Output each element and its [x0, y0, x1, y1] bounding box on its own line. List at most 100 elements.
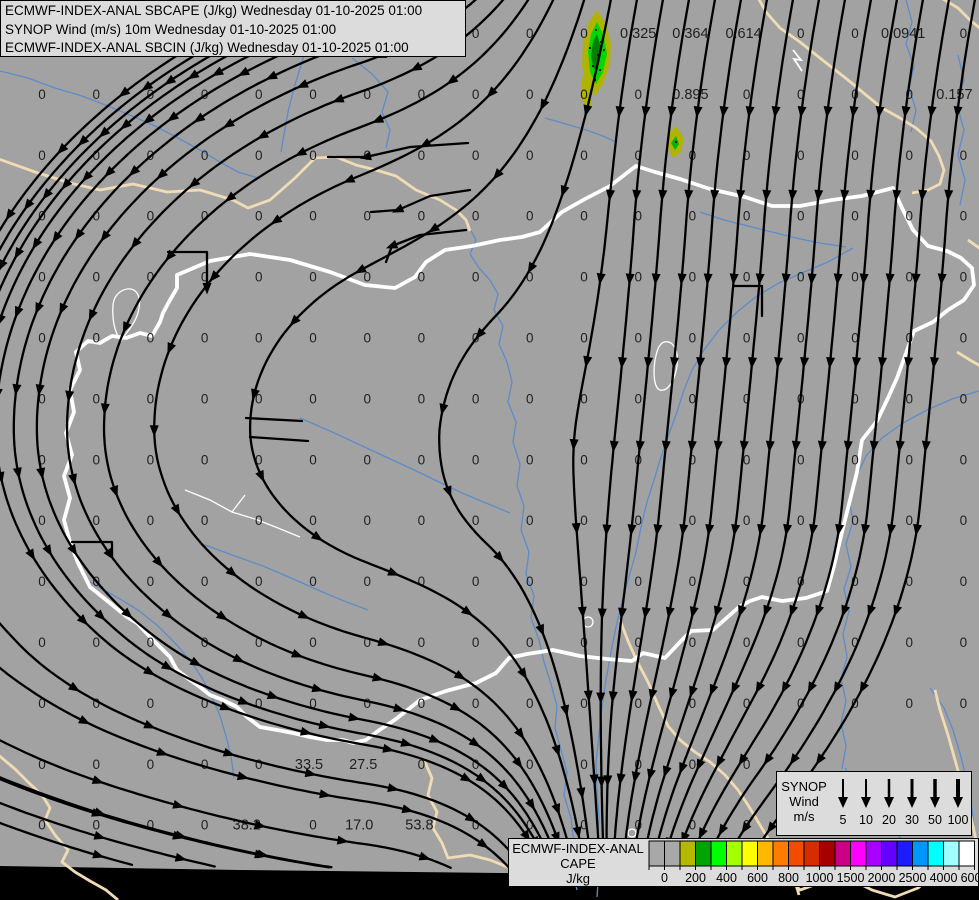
svg-text:0: 0 [92, 452, 100, 467]
svg-text:0: 0 [147, 635, 155, 650]
svg-text:0: 0 [38, 513, 46, 528]
svg-text:0: 0 [580, 757, 588, 772]
svg-text:0: 0 [92, 391, 100, 406]
svg-text:0: 0 [309, 87, 317, 102]
svg-text:0: 0 [580, 513, 588, 528]
wind-speed-arrows: 510203050100 [831, 772, 971, 835]
synop-legend-units: m/s [777, 809, 831, 824]
svg-text:800: 800 [778, 871, 799, 885]
svg-text:0: 0 [634, 270, 642, 285]
svg-text:0: 0 [851, 26, 859, 41]
svg-text:0: 0 [472, 148, 480, 163]
svg-text:0: 0 [418, 270, 426, 285]
svg-text:0: 0 [363, 331, 371, 346]
svg-text:0: 0 [526, 148, 534, 163]
svg-text:0: 0 [472, 513, 480, 528]
svg-text:0: 0 [472, 87, 480, 102]
svg-text:0: 0 [201, 452, 209, 467]
svg-text:0: 0 [851, 148, 859, 163]
svg-text:0: 0 [472, 635, 480, 650]
svg-text:0: 0 [960, 696, 968, 711]
svg-text:0: 0 [255, 574, 263, 589]
svg-text:0: 0 [418, 209, 426, 224]
svg-text:0: 0 [526, 513, 534, 528]
svg-text:0: 0 [526, 87, 534, 102]
svg-text:0: 0 [255, 87, 263, 102]
svg-text:0: 0 [38, 87, 46, 102]
svg-text:0: 0 [418, 391, 426, 406]
svg-text:0: 0 [960, 391, 968, 406]
svg-text:0: 0 [905, 696, 913, 711]
svg-text:0: 0 [580, 452, 588, 467]
svg-text:0: 0 [147, 513, 155, 528]
svg-text:0: 0 [201, 574, 209, 589]
svg-text:0: 0 [309, 148, 317, 163]
svg-text:0: 0 [92, 87, 100, 102]
svg-text:0: 0 [580, 209, 588, 224]
svg-text:0.614: 0.614 [725, 26, 761, 42]
svg-text:0: 0 [363, 209, 371, 224]
svg-text:0: 0 [147, 696, 155, 711]
title-line-sbcin: ECMWF-INDEX-ANAL SBCIN (J/kg) Wednesday … [5, 39, 465, 58]
svg-text:0: 0 [743, 209, 751, 224]
cape-color-bar: 0200400600800100015002000250040006000 [647, 839, 978, 886]
title-line-wind: SYNOP Wind (m/s) 10m Wednesday 01-10-202… [5, 21, 465, 40]
svg-text:0: 0 [905, 452, 913, 467]
svg-text:0: 0 [743, 513, 751, 528]
svg-text:0: 0 [255, 209, 263, 224]
svg-text:0: 0 [472, 452, 480, 467]
svg-text:0: 0 [743, 270, 751, 285]
svg-text:10: 10 [859, 813, 873, 827]
svg-text:0: 0 [363, 574, 371, 589]
svg-text:0: 0 [851, 270, 859, 285]
cape-legend-param: CAPE [509, 856, 647, 871]
svg-text:0: 0 [472, 209, 480, 224]
svg-text:0: 0 [580, 148, 588, 163]
cape-legend-source: ECMWF-INDEX-ANAL [509, 841, 647, 856]
svg-text:0: 0 [526, 452, 534, 467]
svg-text:0: 0 [255, 513, 263, 528]
svg-text:0: 0 [418, 452, 426, 467]
svg-text:0: 0 [526, 331, 534, 346]
svg-text:0: 0 [960, 148, 968, 163]
svg-text:0: 0 [363, 513, 371, 528]
weather-map-page: 0000.3250.3640.614000.094100000000000000… [0, 0, 979, 900]
svg-text:0: 0 [309, 513, 317, 528]
title-line-sbcape: ECMWF-INDEX-ANAL SBCAPE (J/kg) Wednesday… [5, 2, 465, 21]
svg-text:0: 0 [309, 209, 317, 224]
svg-text:0: 0 [255, 270, 263, 285]
svg-text:0: 0 [418, 513, 426, 528]
map-canvas: 0000.3250.3640.614000.094100000000000000… [0, 0, 979, 900]
svg-text:0: 0 [797, 209, 805, 224]
svg-text:0: 0 [797, 270, 805, 285]
svg-text:0: 0 [309, 818, 317, 833]
svg-text:0: 0 [363, 391, 371, 406]
svg-text:0.325: 0.325 [620, 26, 656, 42]
svg-text:0: 0 [472, 270, 480, 285]
svg-text:0: 0 [580, 270, 588, 285]
svg-text:0: 0 [634, 87, 642, 102]
svg-text:0: 0 [905, 391, 913, 406]
svg-text:0: 0 [743, 87, 751, 102]
svg-text:0: 0 [960, 26, 968, 41]
svg-text:0: 0 [634, 696, 642, 711]
svg-text:17.0: 17.0 [345, 818, 373, 834]
svg-text:0: 0 [255, 331, 263, 346]
svg-text:0: 0 [580, 26, 588, 41]
svg-text:0: 0 [526, 574, 534, 589]
svg-text:20: 20 [882, 813, 896, 827]
svg-text:30: 30 [905, 813, 919, 827]
svg-text:0: 0 [418, 331, 426, 346]
svg-text:0: 0 [309, 574, 317, 589]
svg-text:0: 0 [689, 574, 697, 589]
svg-text:0: 0 [309, 331, 317, 346]
svg-text:0: 0 [201, 331, 209, 346]
svg-text:0: 0 [418, 148, 426, 163]
svg-text:0: 0 [418, 696, 426, 711]
svg-text:0: 0 [851, 513, 859, 528]
svg-text:0: 0 [689, 635, 697, 650]
svg-text:0: 0 [905, 270, 913, 285]
svg-text:0: 0 [201, 818, 209, 833]
svg-text:0: 0 [960, 574, 968, 589]
svg-text:0: 0 [634, 574, 642, 589]
